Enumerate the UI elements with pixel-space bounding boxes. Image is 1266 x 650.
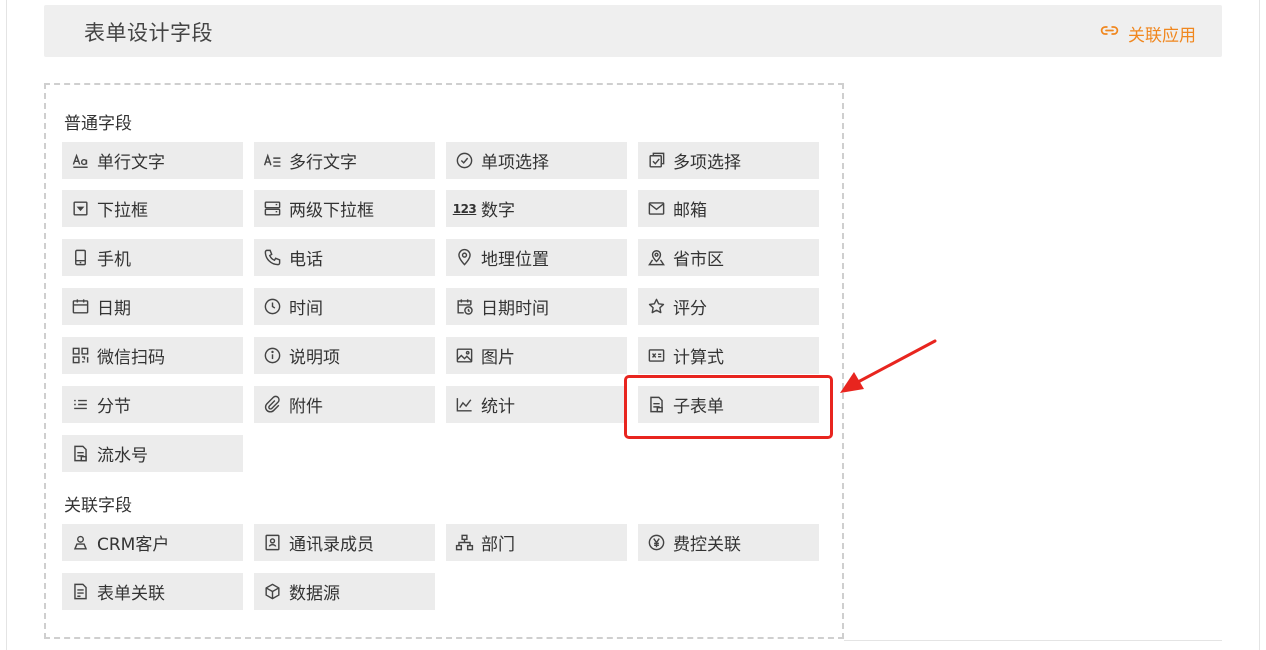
form-icon bbox=[70, 581, 91, 602]
field-expense-link[interactable]: 费控关联 bbox=[638, 524, 819, 561]
stacked-dropdown-icon bbox=[262, 198, 283, 219]
clock-icon bbox=[262, 296, 283, 317]
field-wechat-scan[interactable]: 微信扫码 bbox=[62, 337, 243, 374]
link-icon bbox=[1099, 20, 1120, 46]
field-multi-choice[interactable]: 多项选择 bbox=[638, 142, 819, 179]
org-chart-icon bbox=[454, 532, 475, 553]
paperclip-icon bbox=[262, 394, 283, 415]
user-icon bbox=[70, 532, 91, 553]
calendar-icon bbox=[70, 296, 91, 317]
mail-icon bbox=[646, 198, 667, 219]
yen-icon bbox=[646, 532, 667, 553]
link-app-button[interactable]: 关联应用 bbox=[1099, 20, 1196, 46]
formula-icon bbox=[646, 345, 667, 366]
field-image[interactable]: 图片 bbox=[446, 337, 627, 374]
field-form-link[interactable]: 表单关联 bbox=[62, 573, 243, 610]
field-crm-customer[interactable]: CRM客户 bbox=[62, 524, 243, 561]
field-time[interactable]: 时间 bbox=[254, 288, 435, 325]
dropdown-icon bbox=[70, 198, 91, 219]
page-title: 表单设计字段 bbox=[84, 21, 213, 45]
field-statistics[interactable]: 统计 bbox=[446, 386, 627, 423]
location-pin-icon bbox=[454, 247, 475, 268]
field-section[interactable]: 分节 bbox=[62, 386, 243, 423]
mobile-icon bbox=[70, 247, 91, 268]
field-multi-line-text[interactable]: 多行文字 bbox=[254, 142, 435, 179]
field-contact-member[interactable]: 通讯录成员 bbox=[254, 524, 435, 561]
calendar-clock-icon bbox=[454, 296, 475, 317]
field-single-choice[interactable]: 单项选择 bbox=[446, 142, 627, 179]
chart-line-icon bbox=[454, 394, 475, 415]
field-description[interactable]: 说明项 bbox=[254, 337, 435, 374]
text-lines-icon bbox=[262, 150, 283, 171]
divider bbox=[844, 640, 1222, 641]
field-formula[interactable]: 计算式 bbox=[638, 337, 819, 374]
section-title-related: 关联字段 bbox=[64, 496, 132, 516]
header-bar: 表单设计字段 关联应用 bbox=[44, 5, 1222, 57]
field-department[interactable]: 部门 bbox=[446, 524, 627, 561]
cube-icon bbox=[262, 581, 283, 602]
map-pin-icon bbox=[646, 247, 667, 268]
field-dropdown[interactable]: 下拉框 bbox=[62, 190, 243, 227]
list-icon bbox=[70, 394, 91, 415]
field-region[interactable]: 省市区 bbox=[638, 239, 819, 276]
section-title-common: 普通字段 bbox=[64, 114, 132, 134]
field-palette: 普通字段 单行文字 多行文字 单项选择 多项选择 下拉框 两级下拉框 123 数… bbox=[44, 83, 844, 639]
field-rating[interactable]: 评分 bbox=[638, 288, 819, 325]
document-icon bbox=[70, 443, 91, 464]
field-phone[interactable]: 电话 bbox=[254, 239, 435, 276]
field-mobile[interactable]: 手机 bbox=[62, 239, 243, 276]
field-two-level-dropdown[interactable]: 两级下拉框 bbox=[254, 190, 435, 227]
qrcode-icon bbox=[70, 345, 91, 366]
field-serial-number[interactable]: 流水号 bbox=[62, 435, 243, 472]
field-date[interactable]: 日期 bbox=[62, 288, 243, 325]
field-single-line-text[interactable]: 单行文字 bbox=[62, 142, 243, 179]
text-aa-icon bbox=[70, 150, 91, 171]
contact-card-icon bbox=[262, 532, 283, 553]
field-email[interactable]: 邮箱 bbox=[638, 190, 819, 227]
annotation-arrow-icon bbox=[840, 339, 937, 393]
field-number[interactable]: 123 数字 bbox=[446, 190, 627, 227]
field-data-source[interactable]: 数据源 bbox=[254, 573, 435, 610]
phone-icon bbox=[262, 247, 283, 268]
number-123-icon: 123 bbox=[452, 201, 477, 216]
field-location[interactable]: 地理位置 bbox=[446, 239, 627, 276]
square-check-icon bbox=[646, 150, 667, 171]
circle-check-icon bbox=[454, 150, 475, 171]
field-subform[interactable]: 子表单 bbox=[638, 386, 819, 423]
link-app-label: 关联应用 bbox=[1128, 25, 1196, 46]
image-icon bbox=[454, 345, 475, 366]
star-icon bbox=[646, 296, 667, 317]
field-attachment[interactable]: 附件 bbox=[254, 386, 435, 423]
document-icon bbox=[646, 394, 667, 415]
info-icon bbox=[262, 345, 283, 366]
field-datetime[interactable]: 日期时间 bbox=[446, 288, 627, 325]
